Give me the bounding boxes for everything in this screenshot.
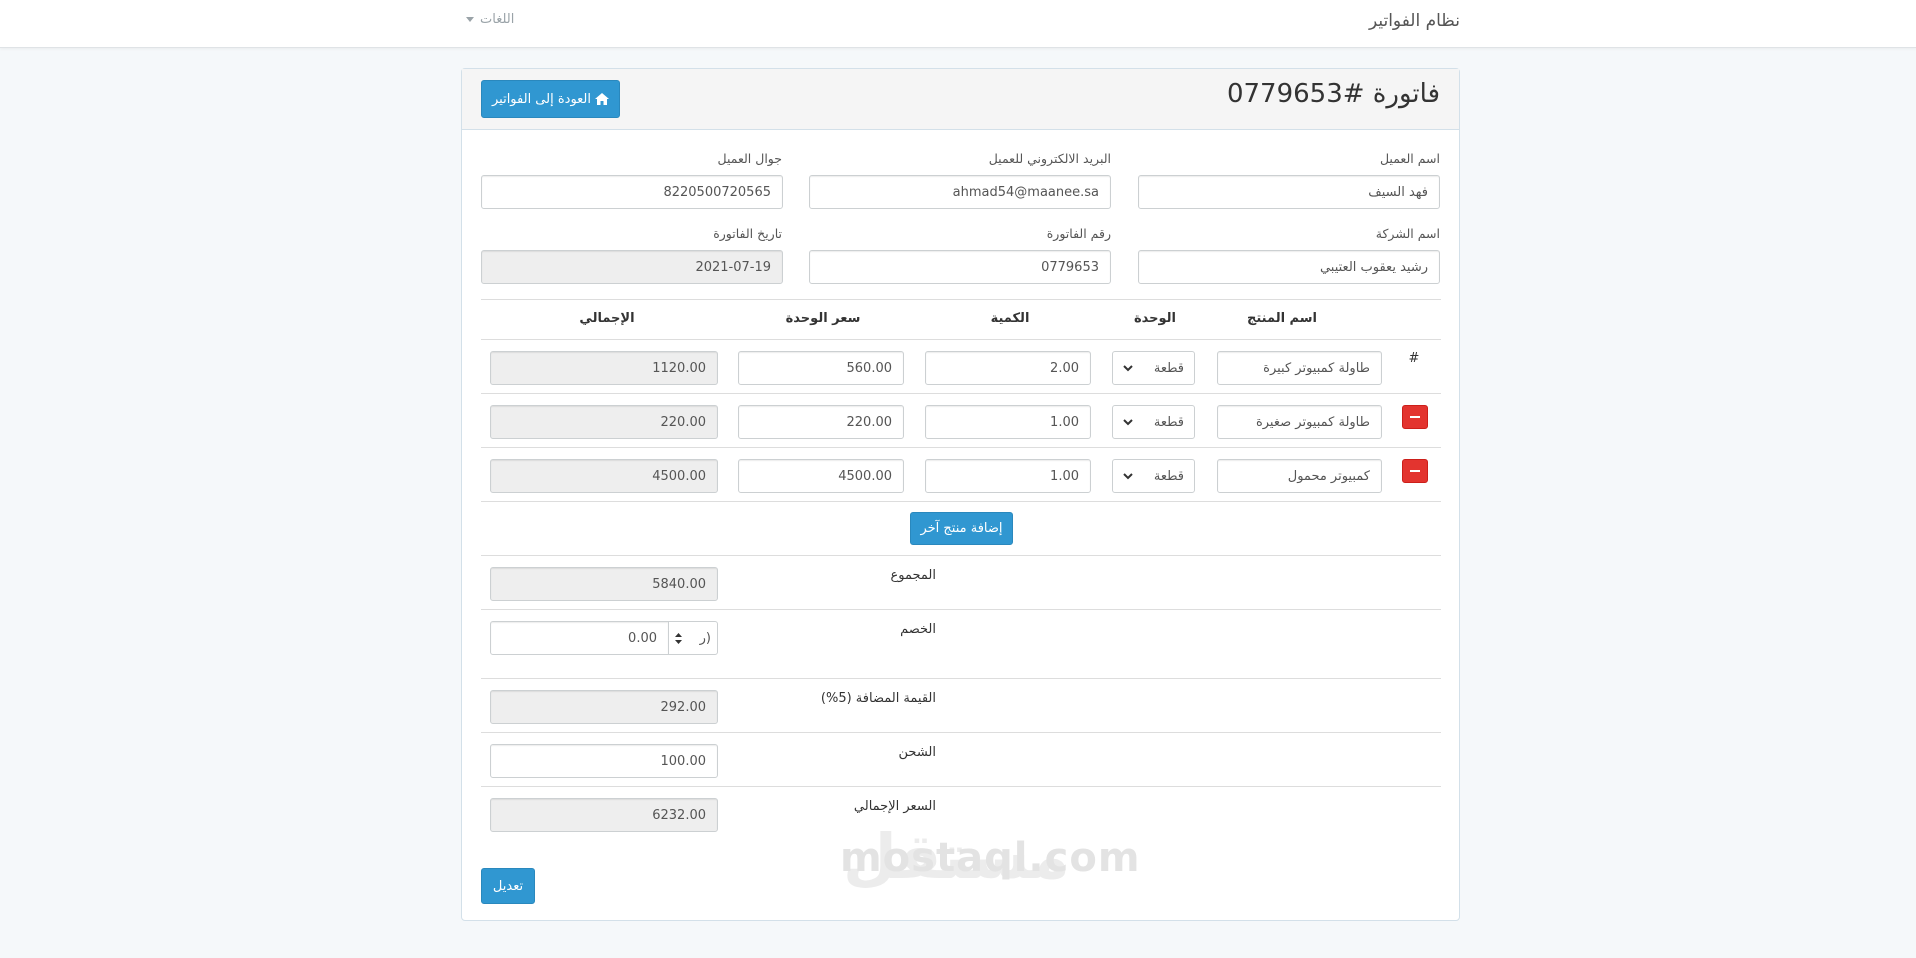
invoice-date-label: تاريخ الفاتورة bbox=[713, 226, 782, 241]
row-1-qty-input[interactable]: 2.00 bbox=[925, 351, 1091, 385]
minus-icon bbox=[1410, 416, 1420, 418]
row-2-product-input[interactable]: طاولة كمبيوتر صغيرة bbox=[1217, 405, 1382, 439]
invoice-panel: فاتورة #0779653 العودة إلى الفواتير اسم … bbox=[461, 68, 1460, 921]
chevron-down-icon bbox=[1123, 472, 1133, 479]
row-divider bbox=[481, 393, 1441, 394]
minus-icon bbox=[1410, 470, 1420, 472]
customer-mobile-input[interactable]: 8220500720565 bbox=[481, 175, 783, 209]
row-divider bbox=[481, 555, 1441, 556]
company-name-input[interactable]: رشيد يعقوب العتيبي bbox=[1138, 250, 1440, 284]
row-divider bbox=[481, 786, 1441, 787]
discount-input[interactable]: 0.00 bbox=[490, 621, 669, 655]
back-to-invoices-button[interactable]: العودة إلى الفواتير bbox=[481, 80, 620, 118]
customer-email-input[interactable]: ahmad54@maanee.sa bbox=[809, 175, 1111, 209]
subtotal-label: المجموع bbox=[890, 568, 936, 583]
row-divider bbox=[481, 501, 1441, 502]
vat-label: القيمة المضافة (5%) bbox=[820, 691, 936, 706]
header-price: سعر الوحدة bbox=[785, 311, 861, 326]
row-divider bbox=[481, 609, 1441, 610]
row-1-price-input[interactable]: 560.00 bbox=[738, 351, 904, 385]
customer-mobile-label: جوال العميل bbox=[717, 151, 783, 166]
panel-heading: فاتورة #0779653 العودة إلى الفواتير bbox=[462, 69, 1459, 130]
edit-button[interactable]: تعديل bbox=[481, 868, 535, 904]
chevron-down-icon bbox=[1123, 364, 1133, 371]
top-navbar: نظام الفواتير اللغات bbox=[0, 0, 1916, 48]
row-3-product-input[interactable]: كمبيوتر محمول bbox=[1217, 459, 1382, 493]
header-product: اسم المنتج bbox=[1247, 311, 1317, 326]
customer-email-label: البريد الالكتروني للعميل bbox=[988, 151, 1111, 166]
row-2-qty-input[interactable]: 1.00 bbox=[925, 405, 1091, 439]
row-divider bbox=[481, 447, 1441, 448]
home-icon bbox=[595, 93, 610, 105]
row-divider bbox=[481, 732, 1441, 733]
row-2-total-input[interactable]: 220.00 bbox=[490, 405, 718, 439]
vat-input[interactable]: 292.00 bbox=[490, 690, 718, 724]
shipping-input[interactable]: 100.00 bbox=[490, 744, 718, 778]
row-1-product-input[interactable]: طاولة كمبيوتر كبيرة bbox=[1217, 351, 1382, 385]
table-top-divider bbox=[481, 299, 1441, 300]
subtotal-input[interactable]: 5840.00 bbox=[490, 567, 718, 601]
navbar-brand[interactable]: نظام الفواتير bbox=[1369, 11, 1460, 31]
chevron-down-icon bbox=[1123, 418, 1133, 425]
shipping-label: الشحن bbox=[898, 745, 936, 760]
discount-label: الخصم bbox=[900, 622, 936, 637]
row-1-unit-select[interactable]: قطعة bbox=[1112, 351, 1195, 385]
grand-total-input[interactable]: 6232.00 bbox=[490, 798, 718, 832]
table-header-divider bbox=[481, 339, 1441, 340]
invoice-date-input[interactable]: 2021-07-19 bbox=[481, 250, 783, 284]
up-down-chevron-icon bbox=[675, 632, 682, 644]
languages-dropdown[interactable]: اللغات bbox=[466, 12, 514, 27]
row-2-remove-button[interactable] bbox=[1402, 405, 1428, 429]
back-button-label: العودة إلى الفواتير bbox=[491, 91, 592, 107]
grand-total-label: السعر الإجمالي bbox=[853, 799, 936, 814]
header-unit: الوحدة bbox=[1133, 311, 1177, 326]
company-name-label: اسم الشركة bbox=[1375, 226, 1440, 241]
invoice-title: فاتورة #0779653 bbox=[1226, 79, 1440, 109]
row-2-unit-value: قطعة bbox=[1153, 414, 1184, 430]
row-2-price-input[interactable]: 220.00 bbox=[738, 405, 904, 439]
customer-name-input[interactable]: فهد السيف bbox=[1138, 175, 1440, 209]
row-3-unit-value: قطعة bbox=[1153, 468, 1184, 484]
row-3-qty-input[interactable]: 1.00 bbox=[925, 459, 1091, 493]
row-divider bbox=[481, 678, 1441, 679]
discount-type-value: (ر bbox=[699, 630, 711, 646]
discount-type-select[interactable]: (ر bbox=[668, 621, 718, 655]
row-1-total-input[interactable]: 1120.00 bbox=[490, 351, 718, 385]
row-3-unit-select[interactable]: قطعة bbox=[1112, 459, 1195, 493]
invoice-number-input[interactable]: 0779653 bbox=[809, 250, 1111, 284]
header-qty: الكمية bbox=[990, 311, 1030, 326]
row-2-unit-select[interactable]: قطعة bbox=[1112, 405, 1195, 439]
header-total: الإجمالي bbox=[579, 311, 635, 326]
row-1-unit-value: قطعة bbox=[1153, 360, 1184, 376]
row-3-price-input[interactable]: 4500.00 bbox=[738, 459, 904, 493]
customer-name-label: اسم العميل bbox=[1379, 151, 1440, 166]
add-product-button[interactable]: إضافة منتج آخر bbox=[910, 512, 1013, 545]
watermark-latin: mostaql.com bbox=[840, 835, 1141, 881]
row-3-remove-button[interactable] bbox=[1402, 459, 1428, 483]
row-3-total-input[interactable]: 4500.00 bbox=[490, 459, 718, 493]
invoice-number-label: رقم الفاتورة bbox=[1046, 226, 1111, 241]
languages-label: اللغات bbox=[480, 12, 515, 27]
caret-down-icon bbox=[466, 17, 474, 22]
row-index-header: # bbox=[1408, 351, 1420, 366]
